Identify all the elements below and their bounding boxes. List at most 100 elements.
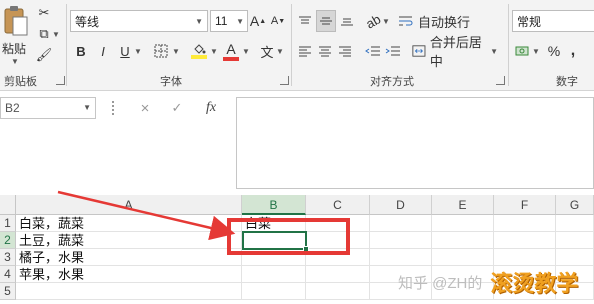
- align-bottom-button[interactable]: [338, 12, 356, 30]
- increase-indent-button[interactable]: [384, 42, 402, 60]
- cell-c3[interactable]: [306, 249, 370, 266]
- merge-center-button[interactable]: 合并后居中 ▼: [412, 35, 498, 69]
- enter-icon[interactable]: ✓: [168, 99, 186, 117]
- align-top-button[interactable]: [296, 12, 314, 30]
- decrease-indent-button[interactable]: [364, 42, 382, 60]
- fill-color-button[interactable]: [190, 40, 208, 62]
- borders-button[interactable]: [152, 42, 170, 60]
- font-color-button[interactable]: A: [222, 40, 240, 62]
- clipboard-launcher-icon[interactable]: [56, 76, 65, 85]
- orientation-button[interactable]: ab: [362, 10, 384, 32]
- comma-style-button[interactable]: ,: [566, 42, 580, 60]
- accounting-dropdown-icon[interactable]: ▼: [532, 42, 540, 60]
- cell-b4[interactable]: [242, 266, 306, 283]
- number-format-select[interactable]: 常规: [512, 10, 594, 32]
- cell-c2[interactable]: [306, 232, 370, 249]
- font-name-select[interactable]: 等线 ▼: [70, 10, 208, 32]
- cell-f2[interactable]: [494, 232, 556, 249]
- cell-d1[interactable]: [370, 215, 432, 232]
- column-header-f[interactable]: F: [494, 195, 556, 215]
- formula-bar-grip-icon[interactable]: [112, 101, 116, 115]
- cell-a2[interactable]: 土豆，蔬菜: [16, 232, 242, 249]
- cell-a4[interactable]: 苹果，水果: [16, 266, 242, 283]
- active-cell-selection[interactable]: [242, 231, 307, 250]
- column-header-c[interactable]: C: [306, 195, 370, 215]
- cell-f3[interactable]: [494, 249, 556, 266]
- borders-icon: [154, 44, 168, 58]
- currency-icon: [515, 46, 529, 56]
- underline-icon: U: [120, 43, 130, 59]
- cell-b5[interactable]: [242, 283, 306, 300]
- alignment-launcher-icon[interactable]: [496, 76, 505, 85]
- align-right-button[interactable]: [336, 42, 354, 60]
- underline-dropdown-icon[interactable]: ▼: [134, 42, 142, 60]
- row-header-5[interactable]: 5: [0, 283, 16, 300]
- row-header-2[interactable]: 2: [0, 232, 16, 249]
- column-header-a[interactable]: A: [16, 195, 242, 215]
- bold-button[interactable]: B: [72, 42, 90, 60]
- cell-g1[interactable]: [556, 215, 594, 232]
- cell-c1[interactable]: [306, 215, 370, 232]
- select-all-corner[interactable]: [0, 195, 16, 215]
- fill-color-dropdown-icon[interactable]: ▼: [210, 42, 218, 60]
- cut-icon[interactable]: ✂: [36, 5, 52, 21]
- phonetic-button[interactable]: 文: [258, 42, 276, 60]
- font-size-select[interactable]: 11 ▼: [210, 10, 248, 32]
- align-center-icon: [319, 46, 331, 57]
- copy-icon[interactable]: ⧉: [36, 26, 52, 42]
- cell-b3[interactable]: [242, 249, 306, 266]
- cell-a3[interactable]: 橘子，水果: [16, 249, 242, 266]
- paste-label[interactable]: 粘贴: [2, 40, 26, 57]
- font-color-swatch: [223, 56, 239, 61]
- row-header-1[interactable]: 1: [0, 215, 16, 232]
- wrap-text-button[interactable]: 自动换行: [398, 10, 484, 32]
- percent-button[interactable]: %: [546, 42, 562, 60]
- chevron-down-icon: ▼: [490, 46, 498, 56]
- fill-handle[interactable]: [303, 246, 309, 252]
- cell-b1[interactable]: 白菜: [242, 215, 306, 232]
- align-center-button[interactable]: [316, 42, 334, 60]
- column-header-g[interactable]: G: [556, 195, 594, 215]
- paste-button[interactable]: [2, 4, 30, 38]
- cell-c4[interactable]: [306, 266, 370, 283]
- cell-a1[interactable]: 白菜，蔬菜: [16, 215, 242, 232]
- cell-e3[interactable]: [432, 249, 494, 266]
- italic-button[interactable]: I: [94, 42, 112, 60]
- font-launcher-icon[interactable]: [280, 76, 289, 85]
- cell-a5[interactable]: [16, 283, 242, 300]
- column-header-d[interactable]: D: [370, 195, 432, 215]
- borders-dropdown-icon[interactable]: ▼: [172, 42, 180, 60]
- cell-e1[interactable]: [432, 215, 494, 232]
- cell-e2[interactable]: [432, 232, 494, 249]
- cell-c5[interactable]: [306, 283, 370, 300]
- formula-input[interactable]: [236, 97, 594, 189]
- cancel-icon[interactable]: ×: [136, 99, 154, 117]
- column-header-b[interactable]: B: [242, 195, 306, 215]
- increase-indent-icon: [385, 46, 400, 56]
- cell-g3[interactable]: [556, 249, 594, 266]
- orientation-dropdown-icon[interactable]: ▼: [382, 12, 390, 30]
- underline-button[interactable]: U: [116, 42, 134, 60]
- align-middle-button[interactable]: [316, 10, 336, 32]
- insert-function-icon[interactable]: fx: [200, 99, 222, 117]
- column-header-e[interactable]: E: [432, 195, 494, 215]
- phonetic-dropdown-icon[interactable]: ▼: [276, 42, 284, 60]
- font-color-dropdown-icon[interactable]: ▼: [242, 42, 250, 60]
- cell-g2[interactable]: [556, 232, 594, 249]
- accounting-format-button[interactable]: [514, 42, 532, 60]
- paste-icon: [4, 6, 28, 36]
- align-left-button[interactable]: [296, 42, 314, 60]
- row-header-3[interactable]: 3: [0, 249, 16, 266]
- row-header-4[interactable]: 4: [0, 266, 16, 283]
- format-painter-icon[interactable]: 🖌: [36, 47, 53, 63]
- cell-f1[interactable]: [494, 215, 556, 232]
- name-box[interactable]: B2 ▼: [0, 97, 96, 119]
- shrink-font-button[interactable]: A ▼: [270, 12, 286, 30]
- cell-d3[interactable]: [370, 249, 432, 266]
- separator: [66, 4, 67, 86]
- copy-dropdown-icon[interactable]: ▼: [52, 26, 60, 42]
- grow-font-button[interactable]: A ▲: [250, 12, 266, 30]
- cell-d2[interactable]: [370, 232, 432, 249]
- paste-dropdown-icon[interactable]: ▼: [8, 56, 22, 66]
- orientation-icon: ab: [362, 10, 384, 32]
